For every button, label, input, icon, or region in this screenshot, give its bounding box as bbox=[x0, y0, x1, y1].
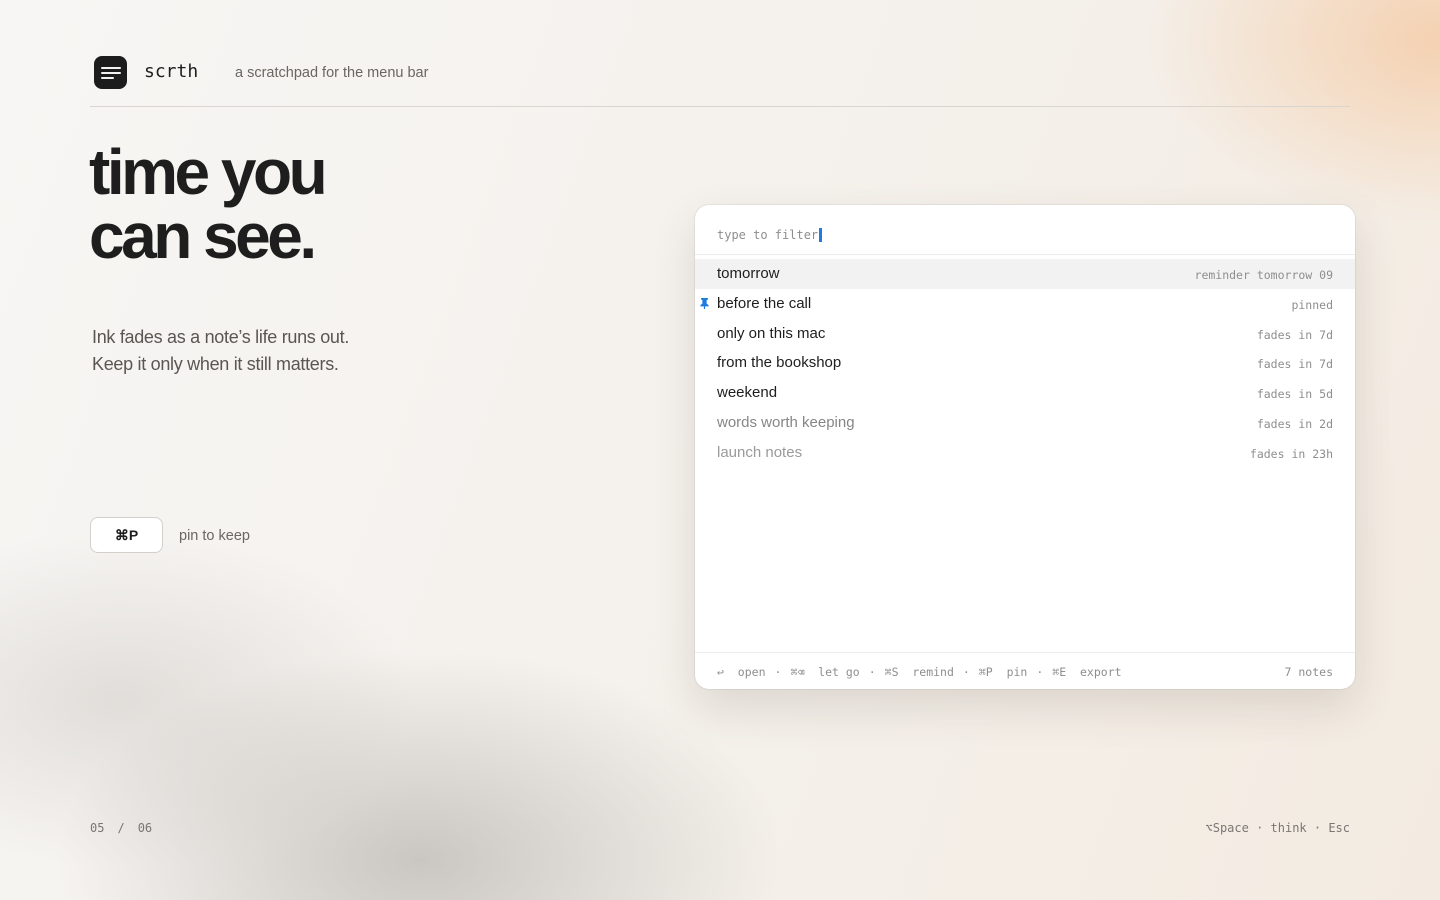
filter-input[interactable]: type to filter bbox=[717, 228, 823, 242]
open-action: open bbox=[737, 665, 766, 679]
filter-placeholder: type to filter bbox=[717, 228, 819, 242]
note-meta: fades in 7d bbox=[1256, 357, 1333, 372]
headline: time you can see. bbox=[89, 136, 328, 272]
headline-line-2: can see. bbox=[89, 200, 317, 272]
total-pages: 06 bbox=[137, 821, 153, 835]
note-meta: pinned bbox=[1291, 297, 1333, 312]
list-item[interactable]: weekend fades in 5d bbox=[695, 378, 1355, 408]
subheading-line-2: Keep it only when it still matters. bbox=[92, 354, 339, 374]
shortcut-hints: ↩ open · ⌘⌫ let go · ⌘S remind · ⌘P pin · ⌘E exp… bbox=[717, 665, 1122, 679]
let-go-key: ⌘⌫ bbox=[790, 665, 805, 679]
note-meta: fades in 5d bbox=[1256, 387, 1333, 402]
keyboard-hint: ⌥Space · think · Esc bbox=[1205, 821, 1351, 835]
note-meta: fades in 23h bbox=[1249, 446, 1333, 461]
separator-dot: · bbox=[868, 665, 876, 679]
notes-panel: type to filter tomorrow reminder tomorro… bbox=[695, 205, 1355, 689]
note-title: only on this mac bbox=[717, 324, 826, 342]
filter-bar[interactable]: type to filter bbox=[695, 205, 1355, 255]
note-title: before the call bbox=[717, 294, 812, 312]
list-item[interactable]: tomorrow reminder tomorrow 09 bbox=[695, 259, 1355, 289]
pager-separator: / bbox=[117, 821, 125, 835]
current-page: 05 bbox=[90, 821, 105, 835]
subheading-line-1: Ink fades as a note’s life runs out. bbox=[92, 327, 350, 347]
subheading: Ink fades as a note’s life runs out. Kee… bbox=[92, 324, 349, 378]
slide-pager: 05 / 06 bbox=[90, 821, 152, 835]
tagline: a scratchpad for the menu bar bbox=[235, 65, 429, 81]
note-title: tomorrow bbox=[717, 265, 780, 282]
shortcut-footer: ↩ open · ⌘⌫ let go · ⌘S remind · ⌘P pin · ⌘E exp… bbox=[695, 652, 1355, 689]
pin-shortcut-key: ⌘P bbox=[90, 517, 163, 553]
note-title: words worth keeping bbox=[717, 413, 855, 431]
note-meta: reminder tomorrow 09 bbox=[1194, 268, 1333, 282]
notes-count: 7 notes bbox=[1284, 665, 1333, 679]
text-caret bbox=[819, 228, 823, 242]
headline-line-1: time you bbox=[89, 136, 328, 208]
separator-dot: · bbox=[1036, 665, 1044, 679]
site-header: scrth a scratchpad for the menu bar bbox=[90, 52, 1350, 107]
separator-dot: · bbox=[774, 665, 782, 679]
brand-name[interactable]: scrth bbox=[144, 61, 198, 82]
pin-shortcut-label: pin to keep bbox=[179, 528, 250, 544]
note-meta: fades in 7d bbox=[1256, 327, 1333, 342]
notes-app-icon[interactable] bbox=[94, 56, 127, 89]
list-item[interactable]: from the bookshop fades in 7d bbox=[695, 348, 1355, 378]
remind-key: ⌘S bbox=[884, 665, 899, 679]
note-title: launch notes bbox=[717, 443, 803, 461]
let-go-action: let go bbox=[818, 665, 860, 679]
note-title: from the bookshop bbox=[717, 354, 842, 372]
export-action: export bbox=[1080, 665, 1122, 679]
notes-list: tomorrow reminder tomorrow 09 before the… bbox=[695, 259, 1355, 468]
list-item[interactable]: launch notes fades in 23h bbox=[695, 438, 1355, 468]
note-meta: fades in 2d bbox=[1256, 416, 1333, 431]
remind-action: remind bbox=[912, 665, 954, 679]
pin-icon bbox=[700, 297, 709, 312]
pin-action: pin bbox=[1006, 665, 1028, 679]
list-item[interactable]: before the call pinned bbox=[695, 289, 1355, 319]
list-item[interactable]: words worth keeping fades in 2d bbox=[695, 408, 1355, 438]
return-icon: ↩ bbox=[717, 665, 724, 679]
export-key: ⌘E bbox=[1052, 665, 1067, 679]
pin-key: ⌘P bbox=[978, 665, 993, 679]
separator-dot: · bbox=[962, 665, 970, 679]
list-item[interactable]: only on this mac fades in 7d bbox=[695, 319, 1355, 349]
note-title: weekend bbox=[717, 384, 778, 402]
